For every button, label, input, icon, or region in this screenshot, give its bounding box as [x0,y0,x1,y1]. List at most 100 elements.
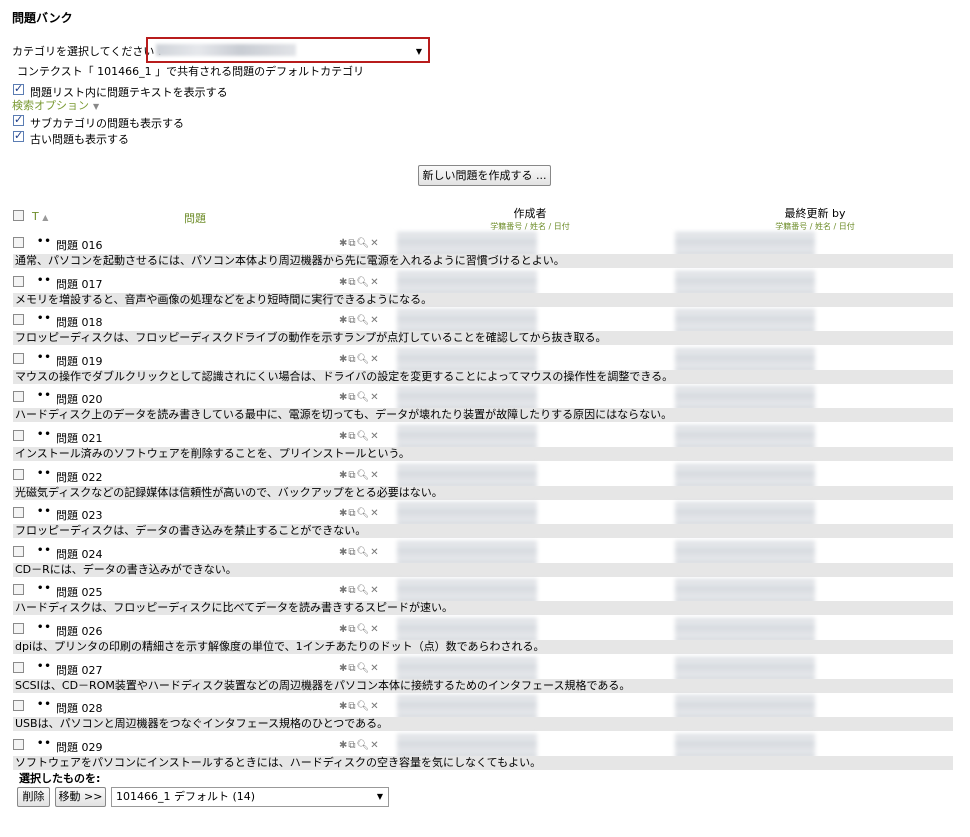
duplicate-icon[interactable]: ⧉ [348,701,355,712]
edit-gear-icon[interactable]: ✱ [339,624,347,635]
created-by-sort-links[interactable]: 学籍番号 / 姓名 / 日付 [470,221,590,232]
delete-x-icon[interactable]: ✕ [370,277,378,288]
question-checkbox[interactable] [13,738,24,750]
question-actions: ✱⧉🔍︎✕ [339,701,380,712]
preview-search-icon[interactable]: 🔍︎ [357,392,370,403]
question-type-icon: •• [37,390,52,402]
question-actions: ✱⧉🔍︎✕ [339,663,380,674]
modified-by-redacted [675,386,815,411]
question-checkbox[interactable] [13,507,24,519]
preview-search-icon[interactable]: 🔍︎ [357,470,370,481]
duplicate-icon[interactable]: ⧉ [348,277,355,288]
preview-search-icon[interactable]: 🔍︎ [357,354,370,365]
move-target-select[interactable]: 101466_1 デフォルト (14) ▼ [111,787,389,807]
edit-gear-icon[interactable]: ✱ [339,547,347,558]
edit-gear-icon[interactable]: ✱ [339,277,347,288]
edit-gear-icon[interactable]: ✱ [339,740,347,751]
delete-x-icon[interactable]: ✕ [370,431,378,442]
edit-gear-icon[interactable]: ✱ [339,354,347,365]
modified-by-sort-links[interactable]: 学籍番号 / 姓名 / 日付 [755,221,875,232]
question-checkbox[interactable] [13,468,24,480]
delete-x-icon[interactable]: ✕ [370,547,378,558]
created-by-redacted [397,309,537,334]
edit-gear-icon[interactable]: ✱ [339,470,347,481]
question-checkbox[interactable] [13,352,24,364]
question-checkbox[interactable] [13,545,24,557]
type-column-header[interactable]: T ▲ [32,210,48,223]
with-selected-label: 選択したものを: [19,772,101,785]
preview-search-icon[interactable]: 🔍︎ [357,585,370,596]
question-text: メモリを増設すると、音声や画像の処理などをより短時間に実行できるようになる。 [13,292,953,307]
move-button[interactable]: 移動 >> [55,787,106,807]
preview-search-icon[interactable]: 🔍︎ [357,315,370,326]
duplicate-icon[interactable]: ⧉ [348,238,355,249]
edit-gear-icon[interactable]: ✱ [339,431,347,442]
select-all-checkbox[interactable] [13,210,24,221]
delete-x-icon[interactable]: ✕ [370,508,378,519]
question-row: •• 問題 023 ✱⧉🔍︎✕ フロッピーディスクは、データの書き込みを禁止することが… [13,502,953,544]
duplicate-icon[interactable]: ⧉ [348,392,355,403]
duplicate-icon[interactable]: ⧉ [348,470,355,481]
question-text: 光磁気ディスクなどの記録媒体は信頼性が高いので、バックアップをとる必要はない。 [13,485,953,500]
category-context: コンテクスト「 101466_1 」で共有される問題のデフォルトカテゴリ [17,65,365,78]
search-options-toggle[interactable]: 検索オプション ▼ [12,97,99,113]
question-name: 問題 022 [56,470,103,484]
preview-search-icon[interactable]: 🔍︎ [357,663,370,674]
duplicate-icon[interactable]: ⧉ [348,740,355,751]
question-name: 問題 019 [56,354,103,368]
delete-x-icon[interactable]: ✕ [370,238,378,249]
duplicate-icon[interactable]: ⧉ [348,663,355,674]
edit-gear-icon[interactable]: ✱ [339,315,347,326]
question-checkbox[interactable] [13,584,24,596]
delete-x-icon[interactable]: ✕ [370,701,378,712]
duplicate-icon[interactable]: ⧉ [348,547,355,558]
question-checkbox[interactable] [13,661,24,673]
delete-x-icon[interactable]: ✕ [370,585,378,596]
delete-x-icon[interactable]: ✕ [370,624,378,635]
category-select[interactable]: ▼ [146,37,430,63]
duplicate-icon[interactable]: ⧉ [348,354,355,365]
question-checkbox[interactable] [13,430,24,441]
edit-gear-icon[interactable]: ✱ [339,392,347,403]
delete-x-icon[interactable]: ✕ [370,354,378,365]
duplicate-icon[interactable]: ⧉ [348,431,355,442]
delete-x-icon[interactable]: ✕ [370,663,378,674]
duplicate-icon[interactable]: ⧉ [348,624,355,635]
preview-search-icon[interactable]: 🔍︎ [357,238,370,249]
preview-search-icon[interactable]: 🔍︎ [357,624,370,635]
edit-gear-icon[interactable]: ✱ [339,508,347,519]
delete-x-icon[interactable]: ✕ [370,315,378,326]
question-checkbox[interactable] [13,623,24,634]
preview-search-icon[interactable]: 🔍︎ [357,547,370,558]
edit-gear-icon[interactable]: ✱ [339,701,347,712]
duplicate-icon[interactable]: ⧉ [348,585,355,596]
preview-search-icon[interactable]: 🔍︎ [357,277,370,288]
edit-gear-icon[interactable]: ✱ [339,585,347,596]
show-old-label: 古い問題も表示する [30,133,129,146]
delete-x-icon[interactable]: ✕ [370,470,378,481]
question-checkbox[interactable] [13,237,24,248]
edit-gear-icon[interactable]: ✱ [339,238,347,249]
preview-search-icon[interactable]: 🔍︎ [357,508,370,519]
preview-search-icon[interactable]: 🔍︎ [357,740,370,751]
question-checkbox[interactable] [13,700,24,712]
show-old-checkbox[interactable] [13,129,24,142]
edit-gear-icon[interactable]: ✱ [339,663,347,674]
delete-x-icon[interactable]: ✕ [370,740,378,751]
delete-button[interactable]: 削除 [17,787,50,807]
show-text-checkbox[interactable] [13,82,24,95]
create-question-button[interactable]: 新しい問題を作成する ... [418,165,551,186]
preview-search-icon[interactable]: 🔍︎ [357,431,370,442]
question-column-header[interactable]: 問題 [184,210,206,226]
preview-search-icon[interactable]: 🔍︎ [357,701,370,712]
question-checkbox[interactable] [13,314,24,326]
duplicate-icon[interactable]: ⧉ [348,508,355,519]
question-checkbox[interactable] [13,275,24,287]
question-row: •• 問題 026 ✱⧉🔍︎✕ dpiは、プリンタの印刷の精細さを示す解像度の単位で、… [13,618,953,660]
delete-x-icon[interactable]: ✕ [370,392,378,403]
modified-by-title: 最終更新 by [784,207,846,220]
question-actions: ✱⧉🔍︎✕ [339,508,380,519]
duplicate-icon[interactable]: ⧉ [348,315,355,326]
question-checkbox[interactable] [13,391,24,403]
show-subcategories-checkbox[interactable] [13,113,24,126]
